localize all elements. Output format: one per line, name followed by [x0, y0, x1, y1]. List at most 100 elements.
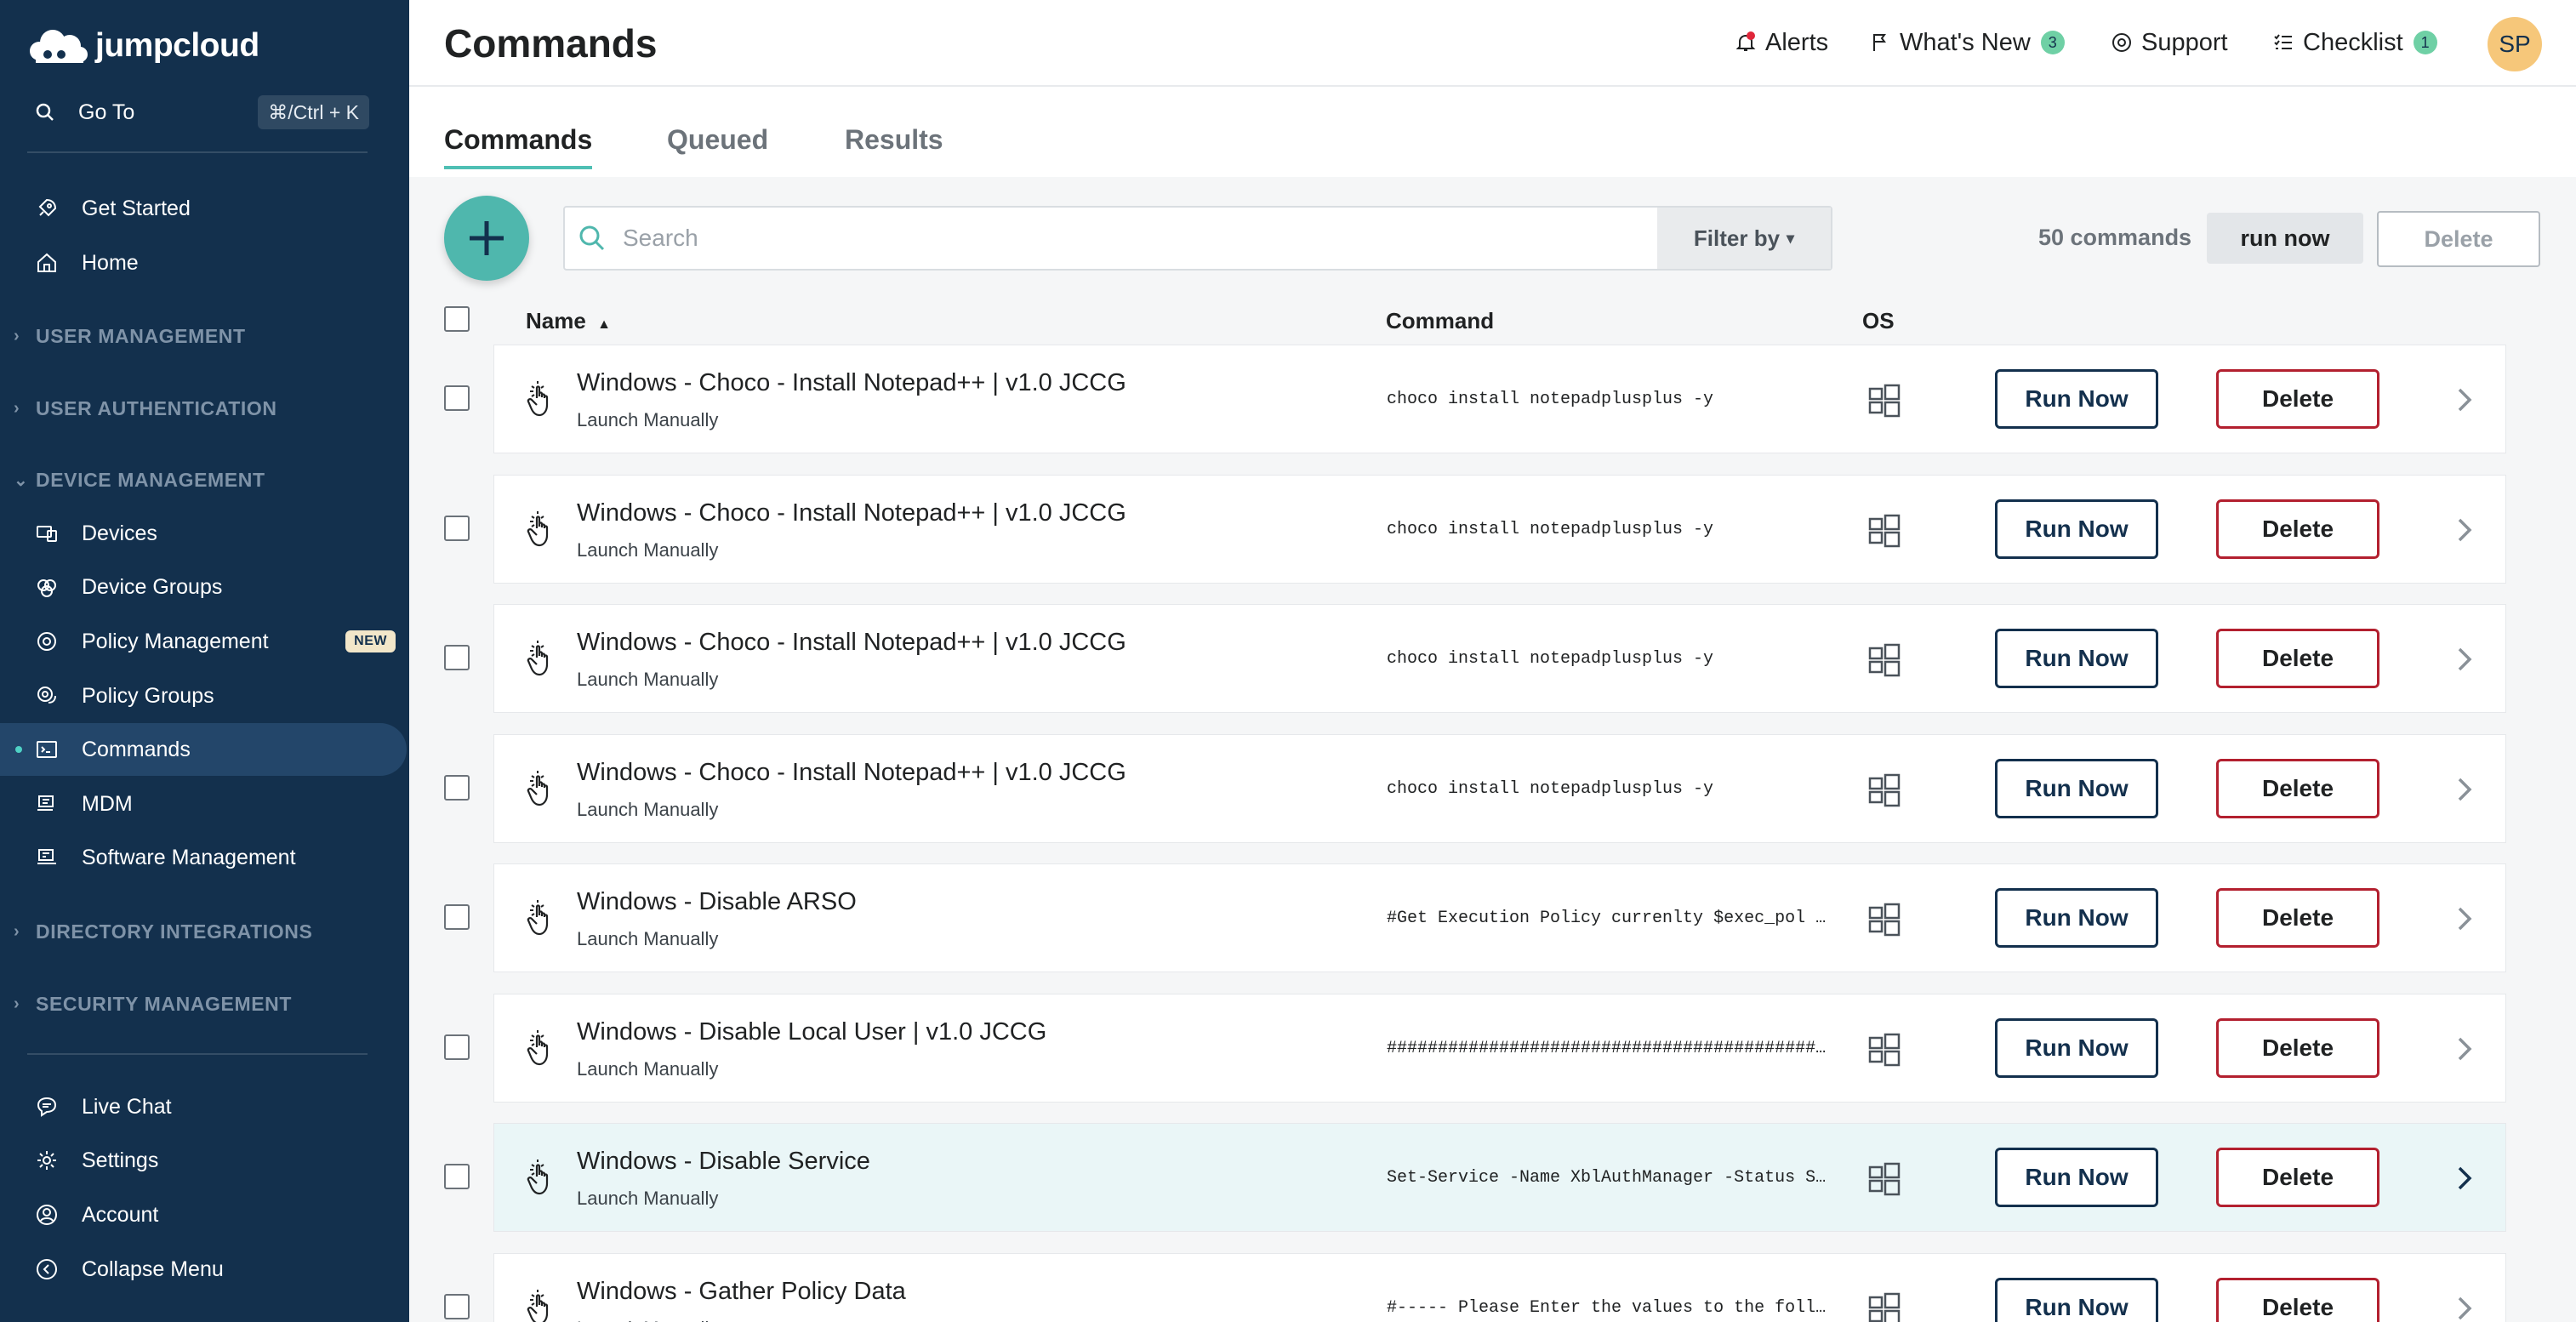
- cloud-logo-icon: [30, 30, 88, 63]
- collapse-menu-button[interactable]: Collapse Menu: [0, 1243, 409, 1296]
- row-checkbox[interactable]: [444, 1034, 470, 1060]
- flag-icon: [1873, 34, 1886, 51]
- chevron-right-icon[interactable]: [2449, 902, 2480, 936]
- bulk-delete-button[interactable]: Delete: [2377, 211, 2540, 267]
- windows-icon: [1866, 1030, 1903, 1068]
- search-icon: [36, 103, 54, 121]
- delete-button[interactable]: Delete: [2216, 888, 2379, 948]
- chevron-right-icon[interactable]: [2449, 1161, 2480, 1195]
- run-now-button[interactable]: Run Now: [1995, 888, 2158, 948]
- delete-button[interactable]: Delete: [2216, 629, 2379, 688]
- sidebar-item-get-started[interactable]: Get Started: [0, 182, 409, 235]
- chevron-right-icon[interactable]: [2449, 1291, 2480, 1322]
- table-row[interactable]: Windows - Choco - Install Notepad++ | v1…: [493, 475, 2506, 584]
- sidebar-item-live-chat[interactable]: Live Chat: [0, 1080, 409, 1133]
- checklist-button[interactable]: Checklist 1: [2272, 26, 2437, 60]
- sidebar-item-software-management[interactable]: Software Management: [0, 831, 409, 884]
- search-icon: [579, 225, 605, 251]
- row-checkbox[interactable]: [444, 516, 470, 541]
- chevron-right-icon[interactable]: [2449, 772, 2480, 806]
- sidebar-item-mdm[interactable]: MDM: [0, 778, 409, 830]
- sort-ascending-icon: ▲: [597, 317, 611, 332]
- section-device-management[interactable]: ⌄ DEVICE MANAGEMENT: [14, 459, 265, 501]
- run-now-button[interactable]: Run Now: [1995, 629, 2158, 688]
- chevron-right-icon: ›: [14, 994, 20, 1013]
- table-row[interactable]: Windows - Disable ARSO Launch Manually #Ge…: [493, 863, 2506, 972]
- section-directory-integrations[interactable]: › DIRECTORY INTEGRATIONS: [14, 910, 312, 953]
- command-text: choco install notepadplusplus -y: [1387, 520, 1714, 539]
- sidebar-item-label: Devices: [82, 521, 157, 545]
- run-now-button[interactable]: Run Now: [1995, 499, 2158, 559]
- sidebar-item-home[interactable]: Home: [0, 236, 409, 289]
- bulk-run-now-button[interactable]: run now: [2207, 213, 2363, 264]
- command-name: Windows - Disable ARSO: [577, 888, 857, 915]
- command-name: Windows - Choco - Install Notepad++ | v1…: [577, 499, 1126, 527]
- run-now-button[interactable]: Run Now: [1995, 759, 2158, 818]
- run-now-button[interactable]: Run Now: [1995, 1148, 2158, 1207]
- row-checkbox[interactable]: [444, 904, 470, 930]
- chevron-right-icon[interactable]: [2449, 383, 2480, 417]
- tab-queued[interactable]: Queued: [667, 124, 768, 156]
- chevron-right-icon[interactable]: [2449, 513, 2480, 547]
- table-row[interactable]: Windows - Choco - Install Notepad++ | v1…: [493, 345, 2506, 453]
- section-user-management[interactable]: › USER MANAGEMENT: [14, 315, 246, 357]
- windows-icon: [1866, 1290, 1903, 1322]
- run-now-button[interactable]: Run Now: [1995, 369, 2158, 429]
- row-checkbox[interactable]: [444, 1164, 470, 1189]
- delete-button[interactable]: Delete: [2216, 759, 2379, 818]
- delete-button[interactable]: Delete: [2216, 1018, 2379, 1078]
- table-row[interactable]: Windows - Gather Policy Data Launch Manua…: [493, 1253, 2506, 1322]
- delete-button[interactable]: Delete: [2216, 1148, 2379, 1207]
- search-input[interactable]: [623, 225, 1473, 252]
- sidebar-item-devices[interactable]: Devices: [0, 507, 409, 560]
- column-header-name[interactable]: Name ▲: [526, 308, 611, 334]
- sidebar-item-device-groups[interactable]: Device Groups: [0, 561, 409, 613]
- select-all-checkbox[interactable]: [444, 306, 470, 332]
- account-icon: [34, 1202, 60, 1228]
- chevron-down-icon: ⌄: [14, 470, 29, 490]
- support-button[interactable]: Support: [2111, 26, 2228, 60]
- delete-button[interactable]: Delete: [2216, 1278, 2379, 1322]
- row-checkbox[interactable]: [444, 775, 470, 801]
- row-checkbox[interactable]: [444, 1294, 470, 1319]
- delete-button[interactable]: Delete: [2216, 499, 2379, 559]
- delete-button[interactable]: Delete: [2216, 369, 2379, 429]
- avatar[interactable]: SP: [2488, 17, 2542, 71]
- sidebar-item-policy-management[interactable]: Policy Management NEW: [0, 615, 409, 668]
- section-security-management[interactable]: › SECURITY MANAGEMENT: [14, 983, 292, 1025]
- alerts-button[interactable]: Alerts: [1735, 26, 1828, 60]
- jumpcloud-logo[interactable]: jumpcloud: [27, 22, 259, 70]
- sidebar-item-policy-groups[interactable]: Policy Groups: [0, 670, 409, 722]
- page-title: Commands: [444, 21, 658, 66]
- launch-manually-icon: [525, 1029, 559, 1068]
- lifebuoy-icon: [2112, 33, 2131, 52]
- sidebar-item-label: Device Groups: [82, 574, 223, 599]
- chevron-right-icon[interactable]: [2449, 1032, 2480, 1066]
- section-label: DEVICE MANAGEMENT: [36, 468, 265, 491]
- chevron-right-icon[interactable]: [2449, 642, 2480, 676]
- column-header-command[interactable]: Command: [1386, 308, 1494, 334]
- table-row[interactable]: Windows - Choco - Install Notepad++ | v1…: [493, 604, 2506, 713]
- tab-commands[interactable]: Commands: [444, 124, 593, 169]
- sidebar-item-account[interactable]: Account: [0, 1188, 409, 1241]
- row-checkbox[interactable]: [444, 645, 470, 670]
- column-header-os[interactable]: OS: [1862, 308, 1895, 334]
- sidebar-divider: [27, 1053, 368, 1055]
- section-user-authentication[interactable]: › USER AUTHENTICATION: [14, 387, 277, 430]
- add-command-button[interactable]: [444, 196, 529, 281]
- run-now-button[interactable]: Run Now: [1995, 1278, 2158, 1322]
- table-row[interactable]: Windows - Disable Local User | v1.0 JCCG…: [493, 994, 2506, 1103]
- sidebar-item-commands[interactable]: Commands: [0, 723, 407, 776]
- run-now-button[interactable]: Run Now: [1995, 1018, 2158, 1078]
- windows-icon: [1866, 381, 1903, 419]
- section-label: DIRECTORY INTEGRATIONS: [36, 920, 313, 943]
- sidebar-item-settings[interactable]: Settings: [0, 1134, 409, 1187]
- row-checkbox[interactable]: [444, 385, 470, 411]
- table-row[interactable]: Windows - Disable Service Launch Manually…: [493, 1123, 2506, 1232]
- filter-by-dropdown[interactable]: Filter by ▾: [1657, 208, 1831, 269]
- command-trigger: Launch Manually: [577, 1188, 719, 1209]
- tab-results[interactable]: Results: [845, 124, 943, 156]
- table-row[interactable]: Windows - Choco - Install Notepad++ | v1…: [493, 734, 2506, 843]
- whats-new-button[interactable]: What's New 3: [1869, 26, 2065, 60]
- goto-button[interactable]: Go To ⌘/Ctrl + K: [20, 88, 369, 136]
